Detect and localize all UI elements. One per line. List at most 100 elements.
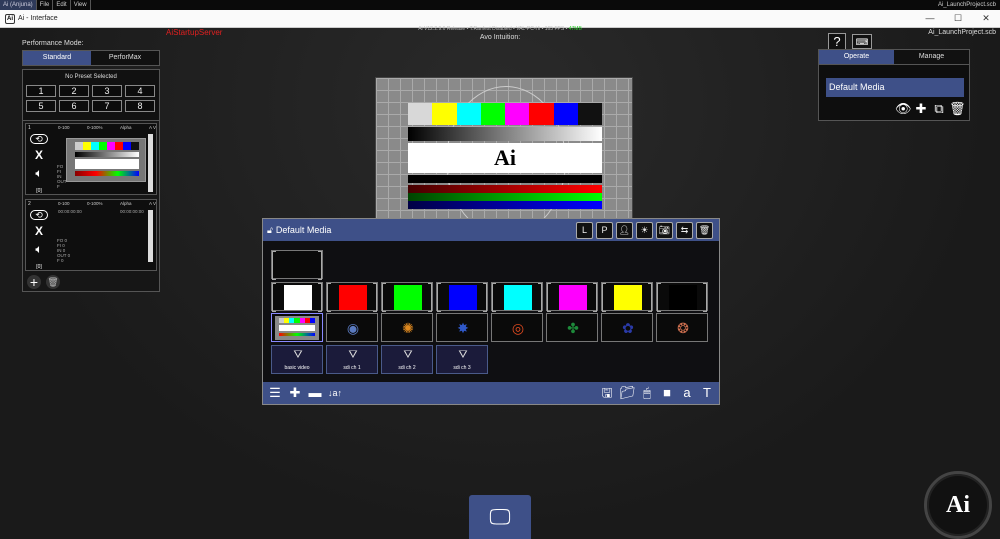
eye-icon[interactable]: 👁︎ — [895, 101, 912, 117]
layer-intensity-fader[interactable] — [148, 134, 153, 192]
video-input-icon: ⛛ — [293, 348, 303, 361]
media-tile-pattern[interactable]: ✸ — [436, 313, 488, 342]
help-button[interactable]: ? — [828, 33, 846, 50]
preset-button-4[interactable]: 4 — [125, 85, 155, 97]
monitor-icon[interactable]: 🖵︎ — [469, 495, 531, 539]
sort-icon[interactable]: ☰ — [267, 385, 283, 401]
trash-layer-icon[interactable]: 🗑︎ — [46, 275, 60, 289]
tab-operate[interactable]: Operate — [819, 50, 894, 64]
media-tile-video[interactable]: ⛛ sdi ch 2 — [381, 345, 433, 374]
users-icon[interactable]: 👤︎ — [616, 221, 633, 239]
remove-media-icon[interactable]: ▬ — [307, 385, 323, 401]
preset-button-8[interactable]: 8 — [125, 100, 155, 112]
save-icon[interactable]: 🖫︎ — [599, 385, 615, 401]
sort-alpha-icon[interactable]: ↓a↑ — [327, 385, 343, 401]
light-icon[interactable]: ☀︎ — [636, 221, 653, 239]
preset-button-2[interactable]: 2 — [59, 85, 89, 97]
media-tile-label: sdi ch 1 — [343, 365, 361, 371]
media-tile-red[interactable] — [326, 282, 378, 312]
mouse-icon[interactable]: 🖱︎ — [639, 385, 655, 401]
speaker-icon[interactable]: 🔈︎ — [30, 242, 48, 256]
status-ok: 47MB — [568, 26, 582, 32]
media-tile-black[interactable] — [656, 282, 708, 312]
media-tile-pattern[interactable]: ◎ — [491, 313, 543, 342]
speaker-icon[interactable]: 🔈︎ — [30, 166, 48, 180]
media-tile-pattern[interactable]: ✺ — [381, 313, 433, 342]
menu-view[interactable]: View — [71, 0, 91, 10]
trash-bank-icon[interactable]: 🗑︎ — [696, 221, 713, 239]
bank-item-default-media[interactable]: Default Media — [826, 78, 964, 97]
camera-icon[interactable]: 📷︎ — [656, 221, 673, 239]
red-swirl-icon: ◎ — [511, 319, 525, 336]
preset-button-1[interactable]: 1 — [26, 85, 56, 97]
preset-button-7[interactable]: 7 — [92, 100, 122, 112]
clear-x-icon[interactable]: X — [30, 148, 48, 162]
media-tile-testcard[interactable] — [271, 313, 323, 342]
blue-flower-icon: ✿ — [622, 319, 634, 336]
media-tile-pattern[interactable]: ✿ — [601, 313, 653, 342]
media-tile-blue[interactable] — [436, 282, 488, 312]
add-icon[interactable]: ✚ — [913, 101, 929, 117]
swap-icon[interactable]: ⇆ — [676, 221, 693, 239]
performance-mode-label: Performance Mode: — [22, 40, 84, 47]
save-bank-icon[interactable]: P — [596, 221, 613, 239]
media-tile-pattern[interactable]: ✤ — [546, 313, 598, 342]
layer-time-start: 00:00:00:00 — [58, 209, 82, 214]
media-tile-yellow[interactable] — [601, 282, 653, 312]
status-text: Ai V12.2.9.6 Release • T.Ranfest Disable… — [418, 26, 568, 32]
media-tile-video[interactable]: ⛛ sdi ch 1 — [326, 345, 378, 374]
media-tile-white[interactable] — [271, 282, 323, 312]
trash-icon[interactable]: 🗑︎ — [949, 101, 966, 117]
info-f: F — [57, 184, 60, 189]
layer-alpha: Alpha — [119, 201, 132, 206]
folder-icon[interactable]: 📁︎ — [619, 385, 636, 401]
layer-alpha: Alpha — [119, 125, 132, 130]
menu-file[interactable]: File — [37, 0, 54, 10]
text-large-icon[interactable]: T — [699, 385, 715, 401]
layer-1-thumbnail[interactable] — [66, 138, 146, 182]
video-input-icon: ⛛ — [458, 348, 468, 361]
menu-edit[interactable]: Edit — [53, 0, 71, 10]
radiation-orange-icon: ✺ — [402, 319, 414, 336]
preset-button-3[interactable]: 3 — [92, 85, 122, 97]
close-button[interactable]: ✕ — [972, 13, 1000, 24]
media-tile-green[interactable] — [381, 282, 433, 312]
ai-logo-icon: Ai — [924, 471, 992, 539]
load-bank-icon[interactable]: L — [576, 221, 593, 239]
media-tile-video[interactable]: ⛛ basic video — [271, 345, 323, 374]
media-tile-cyan[interactable] — [491, 282, 543, 312]
add-media-icon[interactable]: ✚ — [287, 385, 303, 401]
media-tile-pattern[interactable]: ◉ — [326, 313, 378, 342]
window-title: Ai - Interface — [18, 15, 58, 22]
bank-panel: Default Media 👁︎ ✚ ⧉ 🗑︎ — [818, 64, 970, 121]
tab-manage[interactable]: Manage — [894, 50, 969, 64]
media-tile-magenta[interactable] — [546, 282, 598, 312]
preset-title: No Preset Selected — [65, 74, 117, 80]
color-swatch — [559, 285, 587, 310]
loop-icon[interactable]: ⟲ — [30, 134, 48, 144]
square-icon[interactable]: ■ — [659, 385, 675, 401]
preset-button-6[interactable]: 6 — [59, 100, 89, 112]
layer-2[interactable]: 2 ⟲ X 🔈︎ [0] 0-100 0-100% Alpha A V 00:0… — [25, 199, 157, 271]
layers-panel: 1 ⟲ X 🔈︎ [0] 0-100 0-100% Alpha A V FO F… — [22, 120, 160, 292]
add-layer-button[interactable]: + — [27, 275, 41, 289]
text-small-icon[interactable]: a — [679, 385, 695, 401]
menu-app[interactable]: Ai (Anjuna) — [0, 0, 37, 10]
layer-intensity-fader[interactable] — [148, 210, 153, 262]
layer-header: 0-100 0-100% Alpha A V — [58, 201, 156, 206]
keyboard-icon[interactable]: ⌨ — [852, 34, 872, 49]
maximize-button[interactable]: ☐ — [944, 13, 972, 24]
duplicate-icon[interactable]: ⧉ — [931, 101, 947, 117]
clear-x-icon[interactable]: X — [30, 224, 48, 238]
media-tile-video[interactable]: ⛛ sdi ch 3 — [436, 345, 488, 374]
lock-icon[interactable]: 🔓︎ — [267, 225, 273, 236]
media-tile-label: sdi ch 2 — [398, 365, 416, 371]
media-tile-empty[interactable] — [271, 250, 323, 280]
minimize-button[interactable]: — — [916, 13, 944, 24]
media-tile-pattern[interactable]: ❂ — [656, 313, 708, 342]
tab-performax[interactable]: PerforMax — [91, 51, 159, 65]
preset-button-5[interactable]: 5 — [26, 100, 56, 112]
tab-standard[interactable]: Standard — [23, 51, 91, 65]
loop-icon[interactable]: ⟲ — [30, 210, 48, 220]
layer-1[interactable]: 1 ⟲ X 🔈︎ [0] 0-100 0-100% Alpha A V FO F… — [25, 123, 157, 195]
